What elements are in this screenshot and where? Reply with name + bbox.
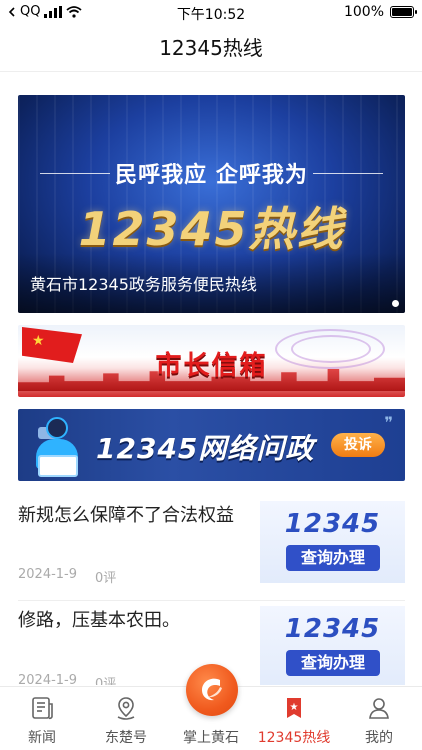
news-thumbnail: 12345 查询办理	[260, 606, 405, 685]
thumbnail-number: 12345	[284, 614, 381, 644]
hero-caption: 黄石市12345政务服务便民热线	[30, 275, 257, 294]
quote-icon: ❞	[384, 413, 393, 432]
location-icon	[117, 697, 135, 720]
hotline-icon: ★	[287, 698, 301, 718]
battery-percent: 100%	[343, 4, 384, 20]
app-logo-button[interactable]	[186, 664, 238, 716]
tab-mine[interactable]: 我的	[339, 695, 419, 747]
news-icon	[32, 697, 53, 720]
tab-news[interactable]: 新闻	[2, 695, 82, 747]
tab-hotline[interactable]: ★ 12345热线	[254, 695, 334, 747]
app-logo-icon	[202, 678, 222, 701]
page-title: 12345热线	[0, 24, 422, 72]
hero-banner[interactable]: 民呼我应 企呼我为 12345热线 黄石市12345政务服务便民热线	[18, 95, 405, 313]
news-date: 2024-1-9	[18, 673, 78, 685]
mayor-mailbox-banner[interactable]: ★ 市长信箱	[18, 325, 405, 397]
tab-label: 东楚号	[105, 730, 147, 746]
news-thumbnail: 12345 查询办理	[260, 501, 405, 583]
status-right: 100%	[343, 4, 417, 20]
list-item[interactable]: 新规怎么保障不了合法权益 2024-1-9 0评 12345 查询办理	[18, 497, 405, 601]
news-title: 新规怎么保障不了合法权益	[18, 505, 234, 526]
agent-head	[46, 417, 68, 439]
tab-label: 新闻	[28, 730, 56, 746]
mayor-mailbox-title: 市长信箱	[155, 351, 268, 381]
online-politics-banner[interactable]: ❞ 12345网络问政 投诉	[18, 409, 405, 481]
tab-label: 掌上黄石	[183, 730, 239, 746]
thumbnail-number: 12345	[284, 509, 381, 539]
news-title: 修路，压基本农田。	[18, 610, 180, 631]
battery-icon	[390, 6, 417, 18]
tab-label: 我的	[365, 730, 393, 746]
carousel-indicator[interactable]	[392, 300, 399, 307]
hero-slogan: 民呼我应 企呼我为	[115, 163, 308, 188]
complaint-badge[interactable]: 投诉	[331, 433, 385, 457]
news-comments: 0评	[95, 571, 117, 586]
thumbnail-label: 查询办理	[286, 545, 380, 571]
news-meta: 2024-1-9 0评	[18, 673, 116, 685]
status-bar: QQ 下午10:52 100%	[0, 0, 422, 24]
news-comments: 0评	[95, 677, 117, 685]
hero-headline: 12345热线	[78, 202, 345, 256]
news-meta: 2024-1-9 0评	[18, 567, 116, 586]
svg-text:★: ★	[290, 702, 299, 713]
online-politics-title: 12345网络问政	[96, 432, 315, 465]
main-content[interactable]: 民呼我应 企呼我为 12345热线 黄石市12345政务服务便民热线 ★ 市长信…	[0, 73, 422, 685]
tab-label: 12345热线	[257, 730, 331, 746]
tab-dongchu[interactable]: 东楚号	[86, 695, 166, 747]
laptop-icon	[38, 455, 78, 477]
customer-service-icon	[28, 413, 84, 479]
news-date: 2024-1-9	[18, 567, 78, 582]
person-icon	[369, 698, 389, 719]
thumbnail-label: 查询办理	[286, 650, 380, 676]
